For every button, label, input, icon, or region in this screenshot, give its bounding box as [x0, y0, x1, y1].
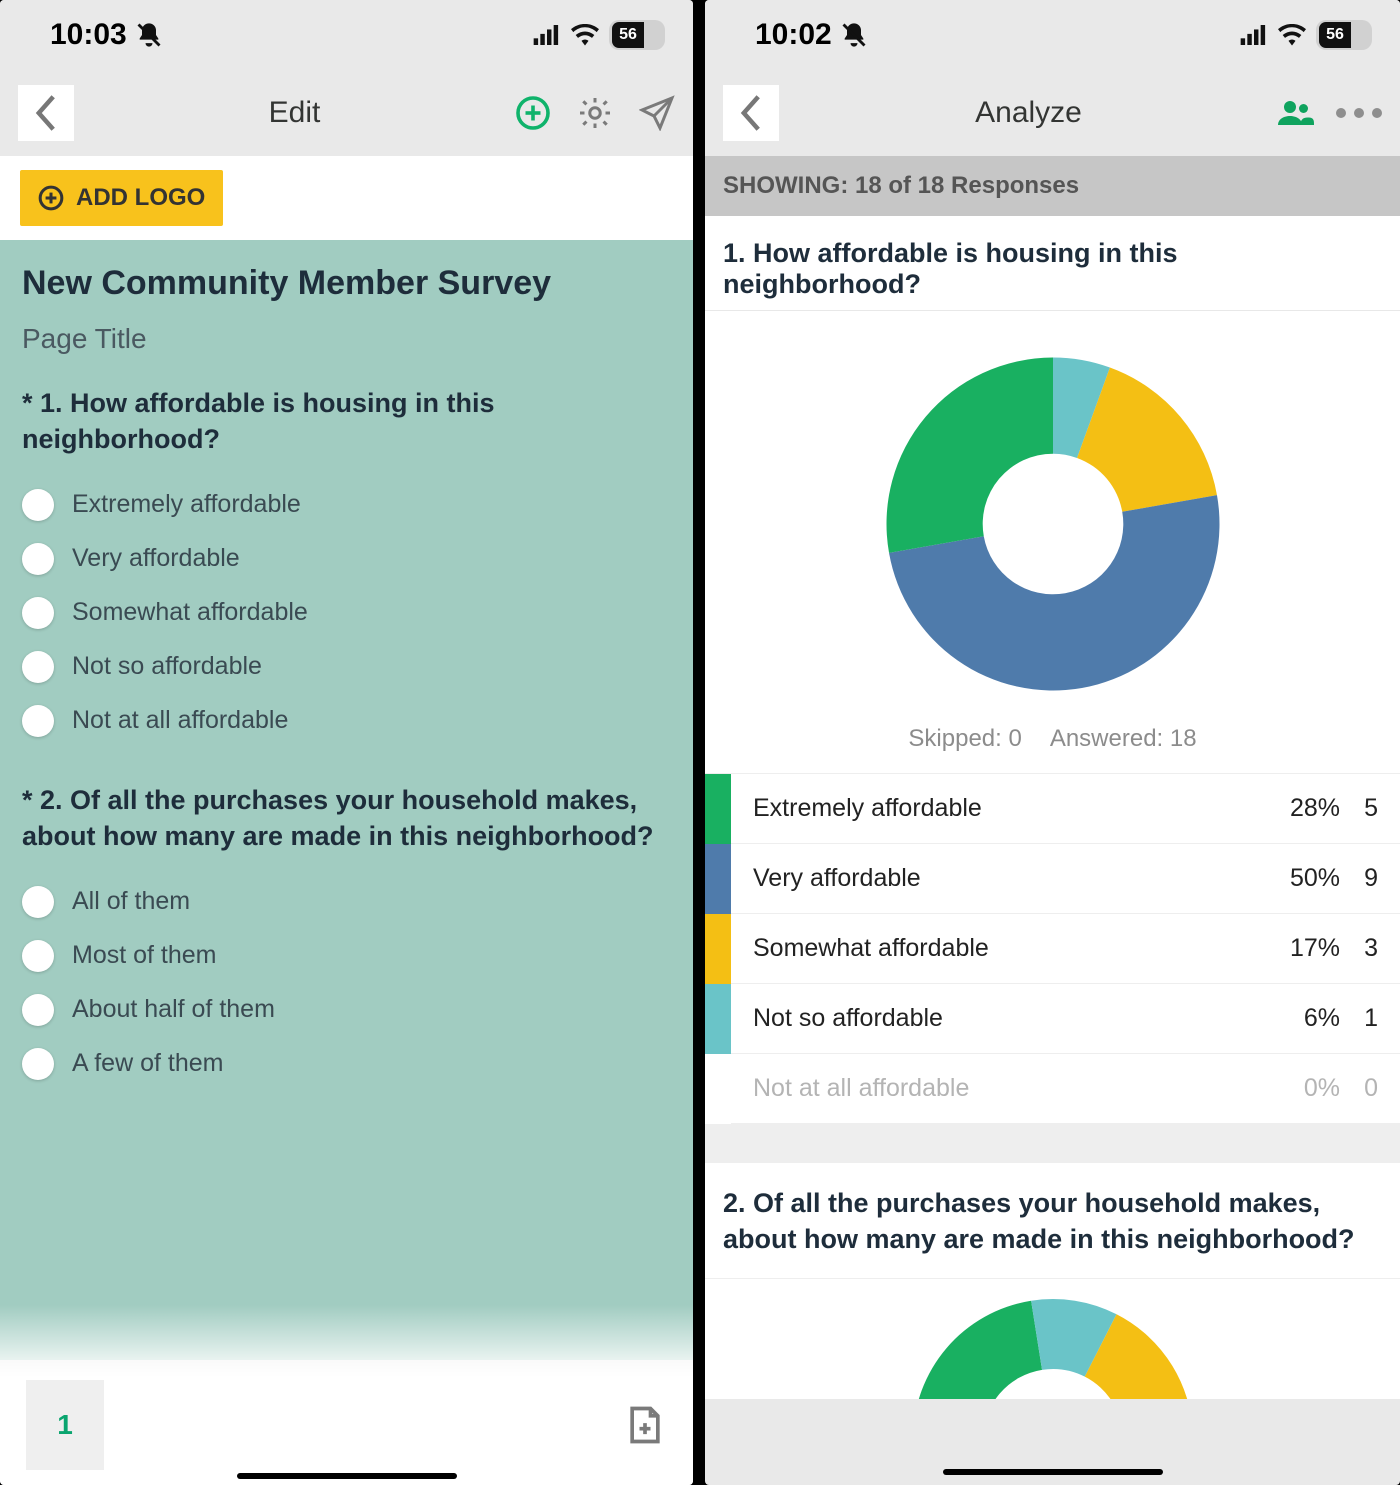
more-icon[interactable] — [1336, 108, 1382, 118]
status-bar: 10:03 56 — [0, 0, 693, 70]
radio-option[interactable]: Somewhat affordable — [22, 586, 671, 640]
radio-icon — [22, 543, 54, 575]
row-count: 5 — [1340, 794, 1400, 823]
showing-bar: SHOWING: 18 of 18 Responses — [705, 156, 1400, 216]
battery-indicator: 56 — [609, 20, 665, 50]
radio-icon — [22, 489, 54, 521]
add-icon[interactable] — [515, 95, 551, 131]
survey-title[interactable]: New Community Member Survey — [22, 264, 671, 303]
row-percent: 0% — [1250, 1074, 1340, 1103]
table-row[interactable]: Not at all affordable 0% 0 — [705, 1053, 1400, 1123]
q1-title: 1. How affordable is housing in this nei… — [705, 216, 1400, 311]
row-percent: 50% — [1250, 864, 1340, 893]
color-swatch — [705, 844, 731, 914]
radio-icon — [22, 705, 54, 737]
row-label: Not so affordable — [731, 1004, 1250, 1033]
radio-option[interactable]: A few of them — [22, 1037, 671, 1091]
analyze-header: Analyze — [705, 70, 1400, 156]
row-label: Very affordable — [731, 864, 1250, 893]
radio-option[interactable]: Very affordable — [22, 532, 671, 586]
status-bar: 10:02 56 — [705, 0, 1400, 70]
header-title: Edit — [74, 96, 515, 130]
add-logo-label: ADD LOGO — [76, 184, 205, 212]
radio-icon — [22, 994, 54, 1026]
people-icon[interactable] — [1278, 95, 1314, 131]
radio-option[interactable]: About half of them — [22, 983, 671, 1037]
signal-icon — [1240, 25, 1268, 45]
question-1[interactable]: * 1. How affordable is housing in this n… — [22, 385, 671, 748]
status-time: 10:03 — [50, 18, 163, 52]
color-swatch — [705, 914, 731, 984]
radio-icon — [22, 940, 54, 972]
question-title: * 1. How affordable is housing in this n… — [22, 385, 671, 458]
radio-option[interactable]: Not so affordable — [22, 640, 671, 694]
color-swatch — [705, 984, 731, 1054]
home-indicator — [943, 1469, 1163, 1475]
radio-icon — [22, 886, 54, 918]
radio-option[interactable]: Most of them — [22, 929, 671, 983]
row-count: 0 — [1340, 1074, 1400, 1103]
results-table: Extremely affordable 28% 5 Very affordab… — [705, 773, 1400, 1123]
edit-header: Edit — [0, 70, 693, 156]
chart-stats: Skipped: 0Answered: 18 — [705, 715, 1400, 773]
back-button[interactable] — [18, 85, 74, 141]
status-time: 10:02 — [755, 18, 868, 52]
logo-bar: ADD LOGO — [0, 156, 693, 240]
table-row[interactable]: Not so affordable 6% 1 — [705, 983, 1400, 1053]
add-logo-button[interactable]: ADD LOGO — [20, 170, 223, 226]
signal-icon — [533, 25, 561, 45]
page-number[interactable]: 1 — [26, 1380, 104, 1470]
bell-off-icon — [840, 21, 868, 49]
survey-body[interactable]: New Community Member Survey Page Title *… — [0, 240, 693, 1360]
question-title: * 2. Of all the purchases your household… — [22, 782, 671, 855]
row-label: Extremely affordable — [731, 794, 1250, 823]
table-row[interactable]: Very affordable 50% 9 — [705, 843, 1400, 913]
wifi-icon — [1278, 24, 1306, 46]
home-indicator — [237, 1473, 457, 1479]
color-swatch — [705, 774, 731, 844]
radio-option[interactable]: All of them — [22, 875, 671, 929]
analyze-screen: 10:02 56 Analyze SHOWING: 18 of 18 Respo… — [705, 0, 1400, 1485]
q2-title: 2. Of all the purchases your household m… — [705, 1163, 1400, 1279]
add-page-icon[interactable] — [623, 1403, 667, 1447]
row-percent: 28% — [1250, 794, 1340, 823]
q1-card: 1. How affordable is housing in this nei… — [705, 216, 1400, 1123]
footer-nav: 1 — [0, 1365, 693, 1485]
question-2[interactable]: * 2. Of all the purchases your household… — [22, 782, 671, 1091]
table-row[interactable]: Extremely affordable 28% 5 — [705, 773, 1400, 843]
radio-option[interactable]: Extremely affordable — [22, 478, 671, 532]
back-button[interactable] — [723, 85, 779, 141]
row-count: 1 — [1340, 1004, 1400, 1033]
edit-screen: 10:03 56 Edit ADD LOGO — [0, 0, 693, 1485]
row-percent: 6% — [1250, 1004, 1340, 1033]
radio-option[interactable]: Not at all affordable — [22, 694, 671, 748]
color-swatch — [705, 1054, 731, 1124]
send-icon[interactable] — [639, 95, 675, 131]
radio-icon — [22, 597, 54, 629]
q2-chart-preview — [705, 1279, 1400, 1399]
table-row[interactable]: Somewhat affordable 17% 3 — [705, 913, 1400, 983]
row-percent: 17% — [1250, 934, 1340, 963]
radio-icon — [22, 1048, 54, 1080]
battery-indicator: 56 — [1316, 20, 1372, 50]
bell-off-icon — [135, 21, 163, 49]
header-title: Analyze — [779, 96, 1278, 130]
row-label: Somewhat affordable — [731, 934, 1250, 963]
radio-icon — [22, 651, 54, 683]
row-count: 9 — [1340, 864, 1400, 893]
donut-chart — [868, 339, 1238, 709]
row-count: 3 — [1340, 934, 1400, 963]
wifi-icon — [571, 24, 599, 46]
gear-icon[interactable] — [577, 95, 613, 131]
page-title[interactable]: Page Title — [22, 323, 671, 355]
row-label: Not at all affordable — [731, 1074, 1250, 1103]
